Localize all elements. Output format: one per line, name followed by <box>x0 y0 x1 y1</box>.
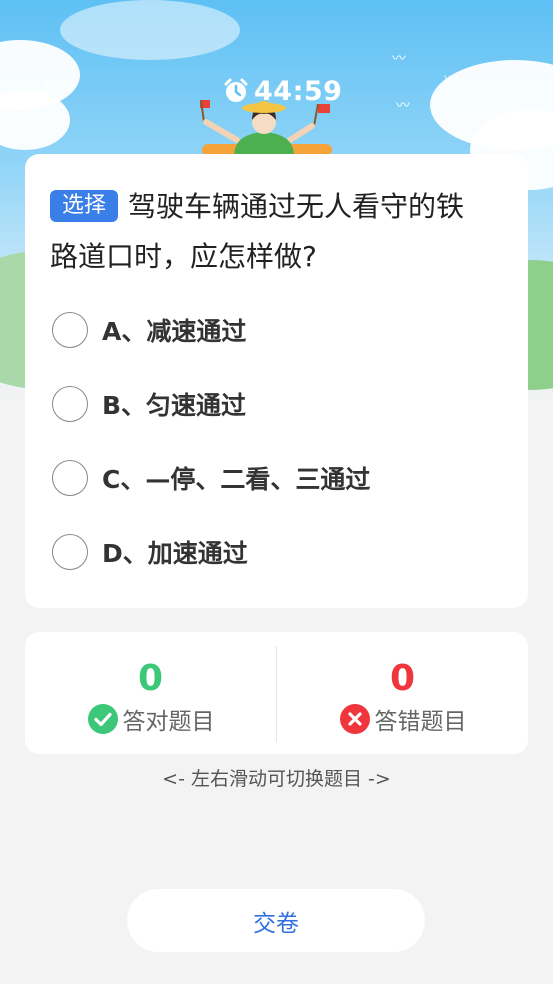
option-b[interactable]: B、匀速通过 <box>52 384 246 424</box>
question-type-tag: 选择 <box>50 190 119 222</box>
wrong-count: 0 <box>389 658 416 699</box>
option-d[interactable]: D、加速通过 <box>52 532 248 572</box>
score-panel: 0 答对题目 0 答错题目 <box>25 632 528 754</box>
correct-label-row: 答对题目 <box>25 702 276 736</box>
wrong-stat: 0 答错题目 <box>277 632 528 754</box>
option-b-label: B、匀速通过 <box>102 391 247 420</box>
option-c[interactable]: C、—停、二看、三通过 <box>52 458 370 498</box>
question-text-block: 选择 驾驶车辆通过无人看守的铁路道口时，应怎样做? <box>50 182 490 282</box>
question-card: 选择 驾驶车辆通过无人看守的铁路道口时，应怎样做? A、减速通过 B、匀速通过 C… <box>25 154 528 608</box>
x-circle-icon <box>339 704 370 734</box>
option-d-radio[interactable] <box>52 534 88 570</box>
mascot-illustration <box>200 99 332 156</box>
option-b-radio[interactable] <box>52 386 88 422</box>
correct-count: 0 <box>137 658 164 699</box>
swipe-hint: <- 左右滑动可切换题目 -> <box>162 768 391 790</box>
option-d-label: D、加速通过 <box>102 539 248 568</box>
option-a-radio[interactable] <box>52 312 88 348</box>
option-c-radio[interactable] <box>52 460 88 496</box>
option-c-label: C、—停、二看、三通过 <box>102 465 371 494</box>
submit-button[interactable]: 交卷 <box>127 889 425 952</box>
wrong-label: 答错题目 <box>374 709 467 735</box>
correct-label: 答对题目 <box>122 709 215 735</box>
check-circle-icon <box>87 704 118 734</box>
option-a-label: A、减速通过 <box>102 317 247 346</box>
back-button[interactable] <box>34 76 56 112</box>
correct-stat: 0 答对题目 <box>25 632 276 754</box>
option-a[interactable]: A、减速通过 <box>52 310 246 350</box>
chevron-left-icon <box>38 81 52 107</box>
wrong-label-row: 答错题目 <box>277 702 528 736</box>
